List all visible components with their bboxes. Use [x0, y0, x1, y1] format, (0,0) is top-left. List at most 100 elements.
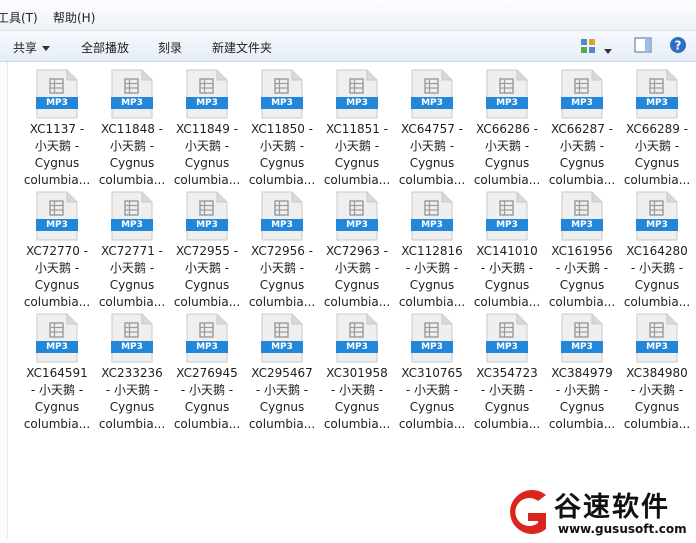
- file-item[interactable]: MP3 XC161956 - 小天鹅 - Cygnus columbia...: [544, 191, 620, 311]
- file-name-line: 小天鹅 -: [184, 261, 230, 275]
- file-name-line: - 小天鹅 -: [630, 383, 684, 397]
- file-name-line: columbia...: [623, 295, 691, 309]
- file-name-line: - 小天鹅 -: [255, 383, 309, 397]
- file-name-line: XC11850 -: [250, 122, 314, 136]
- view-dropdown-icon[interactable]: [604, 44, 612, 58]
- file-type-badge: MP3: [411, 97, 453, 109]
- file-item[interactable]: MP3 XC11850 - 小天鹅 - Cygnus columbia...: [244, 69, 320, 189]
- file-item[interactable]: MP3 XC11851 - 小天鹅 - Cygnus columbia...: [319, 69, 395, 189]
- file-name-line: columbia...: [98, 417, 166, 431]
- file-item[interactable]: MP3 XC66287 - 小天鹅 - Cygnus columbia...: [544, 69, 620, 189]
- file-item[interactable]: MP3 XC301958 - 小天鹅 - Cygnus columbia...: [319, 313, 395, 433]
- file-item[interactable]: MP3 XC72956 - 小天鹅 - Cygnus columbia...: [244, 191, 320, 311]
- file-name-line: Cygnus: [484, 400, 530, 414]
- file-type-badge: MP3: [561, 219, 603, 231]
- file-name-line: XC72956 -: [250, 244, 314, 258]
- file-item[interactable]: MP3 XC72770 - 小天鹅 - Cygnus columbia...: [19, 191, 95, 311]
- file-item[interactable]: MP3 XC141010 - 小天鹅 - Cygnus columbia...: [469, 191, 545, 311]
- file-name-line: 小天鹅 -: [109, 139, 155, 153]
- file-name-line: XC72771 -: [100, 244, 164, 258]
- file-name-line: - 小天鹅 -: [405, 261, 459, 275]
- file-item[interactable]: MP3 XC72955 - 小天鹅 - Cygnus columbia...: [169, 191, 245, 311]
- file-name: XC64757 - 小天鹅 - Cygnus columbia...: [394, 121, 470, 189]
- file-item[interactable]: MP3 XC233236 - 小天鹅 - Cygnus columbia...: [94, 313, 170, 433]
- file-type-badge: MP3: [186, 97, 228, 109]
- file-item[interactable]: MP3 XC66289 - 小天鹅 - Cygnus columbia...: [619, 69, 695, 189]
- play-all-button[interactable]: 全部播放: [81, 39, 129, 56]
- file-name-line: Cygnus: [409, 156, 455, 170]
- file-name-line: XC72963 -: [325, 244, 389, 258]
- file-name-line: Cygnus: [334, 278, 380, 292]
- view-options-icon[interactable]: [580, 38, 596, 57]
- file-name-line: XC354723: [476, 366, 538, 380]
- file-item[interactable]: MP3 XC11848 - 小天鹅 - Cygnus columbia...: [94, 69, 170, 189]
- file-name-line: columbia...: [548, 295, 616, 309]
- file-name-line: XC11851 -: [325, 122, 389, 136]
- file-name-line: XC66289 -: [625, 122, 689, 136]
- file-item[interactable]: MP3 XC1137 - 小天鹅 - Cygnus columbia...: [19, 69, 95, 189]
- mp3-file-icon: MP3: [636, 191, 678, 241]
- watermark: 谷速软件 www.gususoft.com: [498, 485, 696, 539]
- file-name-line: Cygnus: [559, 156, 605, 170]
- file-name-line: 小天鹅 -: [34, 139, 80, 153]
- new-folder-button[interactable]: 新建文件夹: [212, 39, 272, 56]
- file-name: XC301958 - 小天鹅 - Cygnus columbia...: [319, 365, 395, 433]
- file-item[interactable]: MP3 XC384980 - 小天鹅 - Cygnus columbia...: [619, 313, 695, 433]
- file-type-badge: MP3: [111, 341, 153, 353]
- mp3-file-icon: MP3: [636, 69, 678, 119]
- file-item[interactable]: MP3 XC164591 - 小天鹅 - Cygnus columbia...: [19, 313, 95, 433]
- file-name-line: columbia...: [23, 295, 91, 309]
- file-item[interactable]: MP3 XC72771 - 小天鹅 - Cygnus columbia...: [94, 191, 170, 311]
- file-type-badge: MP3: [561, 341, 603, 353]
- file-item[interactable]: MP3 XC310765 - 小天鹅 - Cygnus columbia...: [394, 313, 470, 433]
- file-name-line: XC66286 -: [475, 122, 539, 136]
- menu-help[interactable]: 帮助(H): [53, 9, 95, 26]
- file-item[interactable]: MP3 XC164280 - 小天鹅 - Cygnus columbia...: [619, 191, 695, 311]
- mp3-file-icon: MP3: [411, 191, 453, 241]
- file-name-line: XC11849 -: [175, 122, 239, 136]
- file-name-line: Cygnus: [559, 400, 605, 414]
- file-name-line: - 小天鹅 -: [405, 383, 459, 397]
- menu-tools[interactable]: 工具(T): [0, 9, 38, 26]
- file-name-line: Cygnus: [109, 400, 155, 414]
- mp3-file-icon: MP3: [36, 191, 78, 241]
- file-name-line: XC72955 -: [175, 244, 239, 258]
- file-name-line: XC72770 -: [25, 244, 89, 258]
- file-name: XC354723 - 小天鹅 - Cygnus columbia...: [469, 365, 545, 433]
- file-item[interactable]: MP3 XC72963 - 小天鹅 - Cygnus columbia...: [319, 191, 395, 311]
- mp3-file-icon: MP3: [336, 69, 378, 119]
- mp3-file-icon: MP3: [561, 69, 603, 119]
- file-type-badge: MP3: [261, 219, 303, 231]
- file-item[interactable]: MP3 XC384979 - 小天鹅 - Cygnus columbia...: [544, 313, 620, 433]
- file-type-badge: MP3: [36, 341, 78, 353]
- file-name: XC66286 - 小天鹅 - Cygnus columbia...: [469, 121, 545, 189]
- file-item[interactable]: MP3 XC112816 - 小天鹅 - Cygnus columbia...: [394, 191, 470, 311]
- file-name-line: columbia...: [623, 173, 691, 187]
- file-item[interactable]: MP3 XC64757 - 小天鹅 - Cygnus columbia...: [394, 69, 470, 189]
- file-type-badge: MP3: [411, 219, 453, 231]
- burn-button[interactable]: 刻录: [158, 39, 182, 56]
- file-name-line: - 小天鹅 -: [180, 383, 234, 397]
- file-item[interactable]: MP3 XC295467 - 小天鹅 - Cygnus columbia...: [244, 313, 320, 433]
- share-button[interactable]: 共享: [13, 39, 51, 56]
- file-name: XC233236 - 小天鹅 - Cygnus columbia...: [94, 365, 170, 433]
- file-item[interactable]: MP3 XC66286 - 小天鹅 - Cygnus columbia...: [469, 69, 545, 189]
- file-name-line: 小天鹅 -: [34, 261, 80, 275]
- navigation-pane-edge[interactable]: [0, 62, 8, 539]
- preview-pane-icon[interactable]: [634, 37, 652, 56]
- file-name-line: columbia...: [173, 173, 241, 187]
- file-type-badge: MP3: [336, 219, 378, 231]
- file-name-line: columbia...: [473, 295, 541, 309]
- file-name-line: columbia...: [248, 173, 316, 187]
- file-name: XC66287 - 小天鹅 - Cygnus columbia...: [544, 121, 620, 189]
- file-item[interactable]: MP3 XC11849 - 小天鹅 - Cygnus columbia...: [169, 69, 245, 189]
- file-type-badge: MP3: [111, 219, 153, 231]
- mp3-file-icon: MP3: [411, 69, 453, 119]
- file-name-line: XC310765: [401, 366, 463, 380]
- file-name-line: 小天鹅 -: [109, 261, 155, 275]
- file-name-line: columbia...: [398, 173, 466, 187]
- mp3-file-icon: MP3: [36, 69, 78, 119]
- help-icon[interactable]: ?: [669, 36, 687, 57]
- file-item[interactable]: MP3 XC354723 - 小天鹅 - Cygnus columbia...: [469, 313, 545, 433]
- file-item[interactable]: MP3 XC276945 - 小天鹅 - Cygnus columbia...: [169, 313, 245, 433]
